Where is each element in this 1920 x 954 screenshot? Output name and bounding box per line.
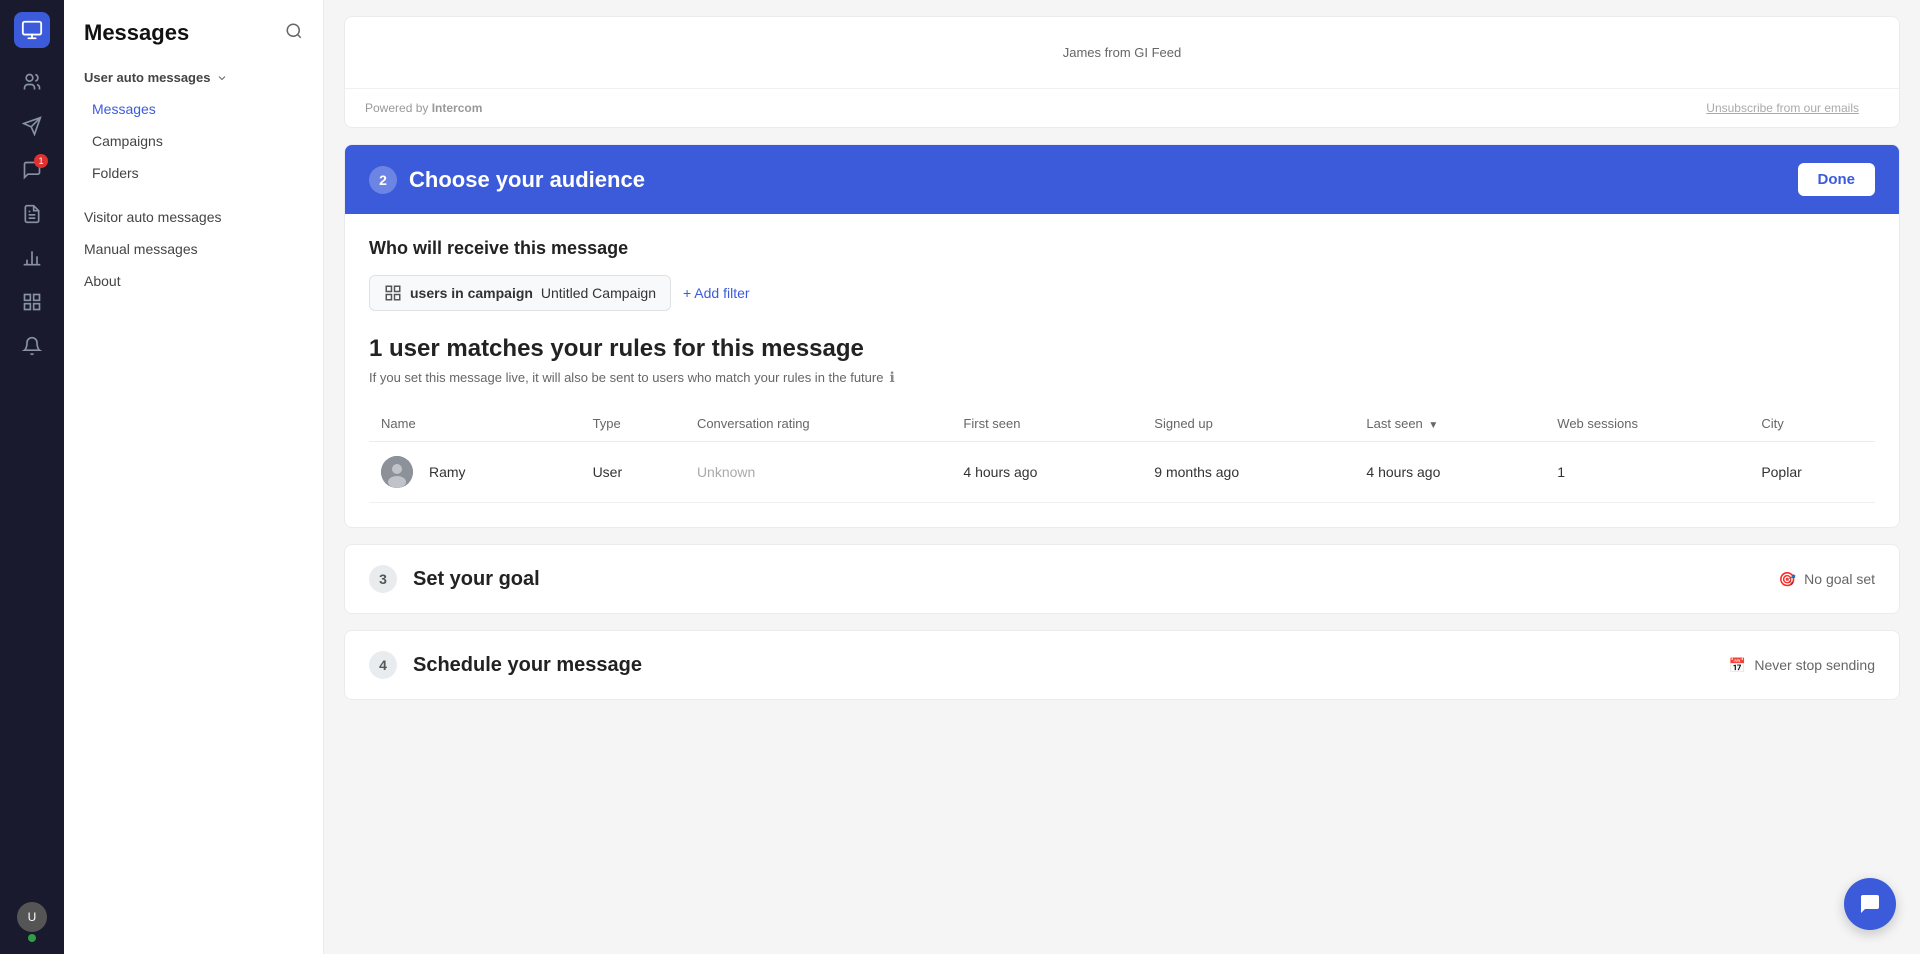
audience-header: 2 Choose your audience Done [345,145,1899,214]
info-icon: ℹ [889,369,894,386]
cell-city: Poplar [1749,442,1875,503]
sidebar: 1 U [0,0,64,954]
schedule-status-text: Never stop sending [1754,657,1875,673]
audience-header-left: 2 Choose your audience [369,166,645,194]
col-web-sessions: Web sessions [1545,406,1749,442]
app-logo[interactable] [14,12,50,48]
who-receives-label: Who will receive this message [369,238,1875,259]
schedule-section: 4 Schedule your message 📅 Never stop sen… [344,630,1900,700]
schedule-status: 📅 Never stop sending [1729,657,1875,674]
filter-icon [384,284,402,302]
cell-last-seen: 4 hours ago [1354,442,1545,503]
sidebar-icon-users[interactable] [14,64,50,100]
cell-web-sessions: 1 [1545,442,1749,503]
step-badge-2: 2 [369,166,397,194]
filter-value: Untitled Campaign [541,285,656,301]
cell-conversation-rating: Unknown [685,442,951,503]
cell-name: Ramy [369,442,581,503]
sidebar-icon-articles[interactable] [14,196,50,232]
search-icon[interactable] [285,22,303,45]
online-indicator [28,934,36,942]
schedule-title: Schedule your message [413,654,1713,677]
col-last-seen[interactable]: Last seen ▼ [1354,406,1545,442]
match-sub: If you set this message live, it will al… [369,369,1875,386]
filter-text: users in campaign Untitled Campaign [410,285,656,301]
goal-section: 3 Set your goal 🎯 No goal set [344,544,1900,614]
col-first-seen: First seen [951,406,1142,442]
filter-row: users in campaign Untitled Campaign + Ad… [369,275,1875,311]
cell-type: User [581,442,685,503]
users-table: Name Type Conversation rating First seen… [369,406,1875,503]
inbox-badge: 1 [34,154,48,168]
nav-item-folders[interactable]: Folders [64,157,323,189]
sidebar-icon-apps[interactable] [14,284,50,320]
email-preview-body: James from GI Feed [345,17,1899,88]
add-filter-button[interactable]: + Add filter [683,285,750,301]
step-badge-4: 4 [369,651,397,679]
main-content: James from GI Feed Powered by Intercom U… [324,0,1920,954]
section-label: User auto messages [84,70,210,85]
sidebar-icon-inbox[interactable]: 1 [14,152,50,188]
user-avatar-ramy [381,456,413,488]
col-signed-up: Signed up [1142,406,1354,442]
user-auto-messages-section[interactable]: User auto messages [64,62,323,93]
nav-item-messages[interactable]: Messages [64,93,323,125]
nav-header: Messages [64,20,323,62]
goal-status: 🎯 No goal set [1779,571,1875,588]
table-row[interactable]: Ramy User Unknown 4 hours ago 9 months a… [369,442,1875,503]
email-preview-card: James from GI Feed Powered by Intercom U… [344,16,1900,128]
schedule-status-icon: 📅 [1729,657,1746,674]
sidebar-bottom: U [17,902,47,942]
nav-item-manual[interactable]: Manual messages [64,233,323,265]
col-conversation-rating: Conversation rating [685,406,951,442]
step-badge-3: 3 [369,565,397,593]
powered-by-text: Powered by Intercom [365,101,482,115]
email-sender: James from GI Feed [385,37,1859,68]
email-preview-footer: Powered by Intercom Unsubscribe from our… [345,88,1899,127]
done-button[interactable]: Done [1798,163,1876,196]
cell-signed-up: 9 months ago [1142,442,1354,503]
col-name: Name [369,406,581,442]
sidebar-icon-reports[interactable] [14,240,50,276]
nav-item-about[interactable]: About [64,265,323,297]
col-city: City [1749,406,1875,442]
nav-title: Messages [84,20,189,46]
chat-button[interactable] [1844,878,1896,930]
cell-first-seen: 4 hours ago [951,442,1142,503]
col-type: Type [581,406,685,442]
goal-status-text: No goal set [1804,571,1875,587]
nav-item-visitor-auto[interactable]: Visitor auto messages [64,201,323,233]
audience-body: Who will receive this message users in c… [345,214,1899,527]
goal-status-icon: 🎯 [1779,571,1796,588]
user-avatar[interactable]: U [17,902,47,932]
audience-title: Choose your audience [409,167,645,193]
audience-section: 2 Choose your audience Done Who will rec… [344,144,1900,528]
nav-panel: Messages User auto messages Messages Cam… [64,0,324,954]
filter-badge[interactable]: users in campaign Untitled Campaign [369,275,671,311]
sidebar-icon-send[interactable] [14,108,50,144]
sort-icon: ▼ [1428,420,1438,431]
nav-item-campaigns[interactable]: Campaigns [64,125,323,157]
sidebar-icon-alerts[interactable] [14,328,50,364]
goal-title: Set your goal [413,568,1763,591]
match-count: 1 user matches your rules for this messa… [369,335,1875,363]
unsubscribe-link[interactable]: Unsubscribe from our emails [1706,101,1879,115]
